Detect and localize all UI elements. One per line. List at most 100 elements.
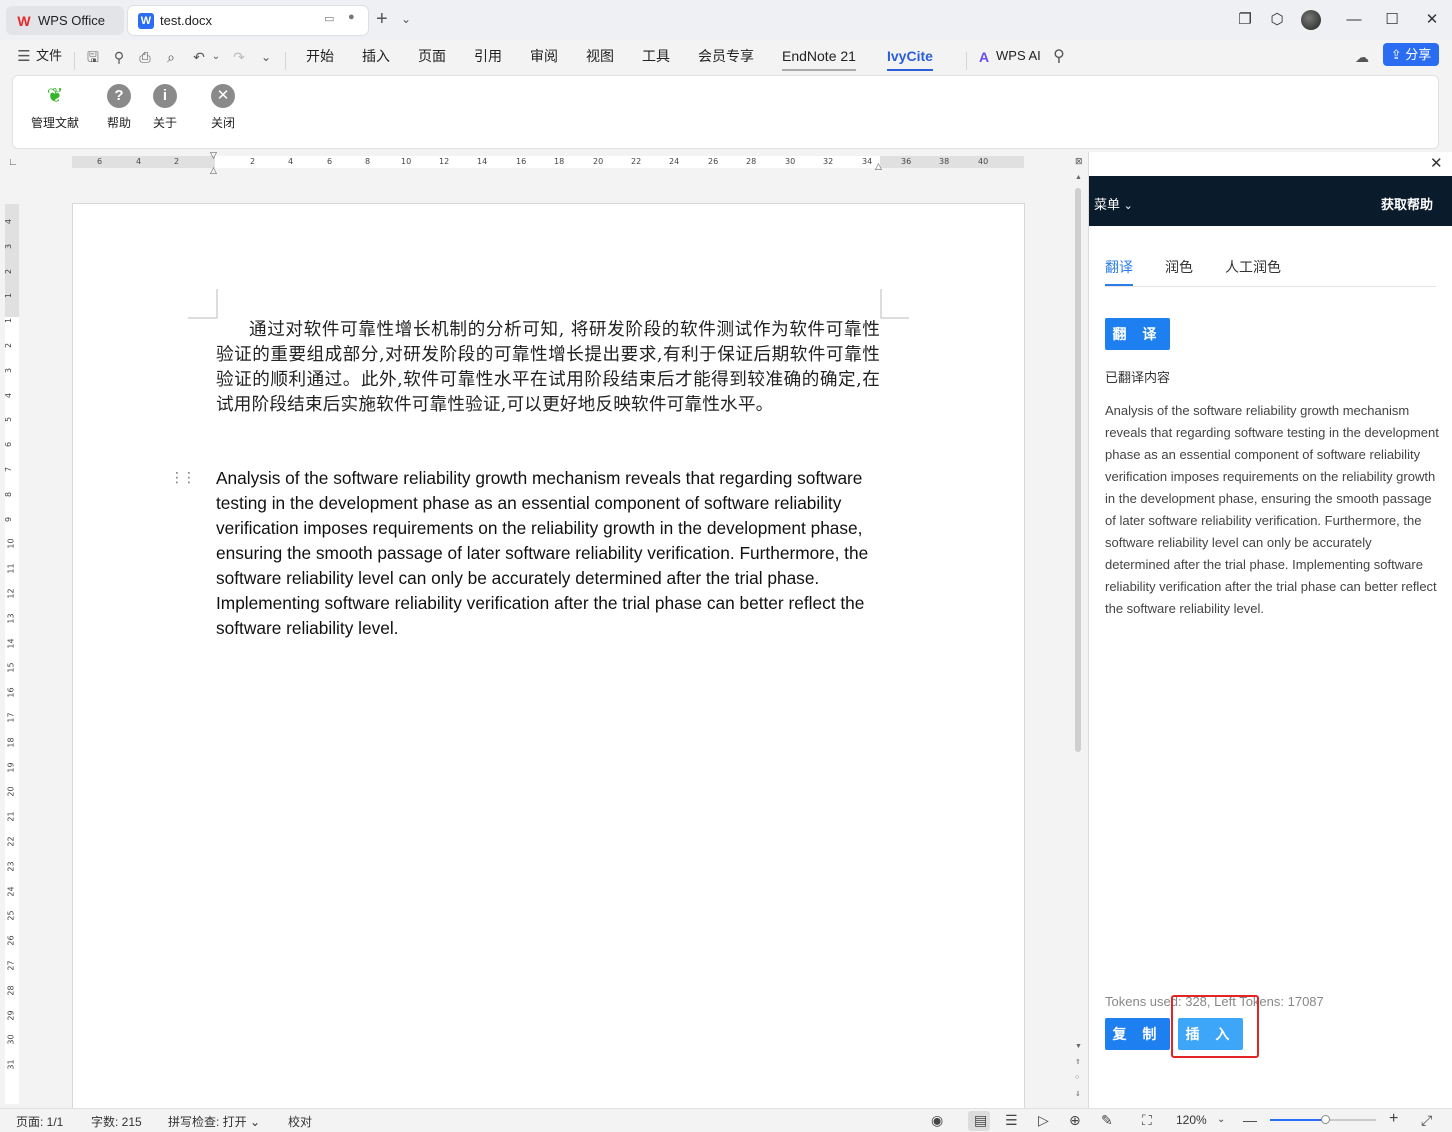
first-line-indent-marker[interactable]: ▽	[210, 150, 217, 161]
share-button[interactable]: ⇪ 分享	[1383, 43, 1439, 66]
divider	[74, 52, 75, 70]
monitor-icon[interactable]: ▭	[324, 12, 334, 25]
next-page-icon[interactable]: ⇓	[1075, 1090, 1081, 1098]
fit-page-icon[interactable]: ⛶	[1142, 1112, 1152, 1129]
drag-handle-icon[interactable]: ⋮⋮	[170, 469, 196, 486]
document-scrollbar[interactable]	[1074, 170, 1082, 1108]
play-icon[interactable]: ▷	[1038, 1112, 1049, 1129]
close-plugin-button[interactable]: ✕ 关闭	[210, 84, 236, 131]
vertical-ruler-tick: 11	[6, 563, 16, 574]
scroll-up-arrow-icon[interactable]: ▲	[1075, 174, 1082, 181]
menu-ivycite[interactable]: IvyCite	[887, 46, 933, 71]
outline-view-icon[interactable]: ☰	[1005, 1112, 1018, 1129]
ribbon-ivycite: ❦ 管理文献 ? 帮助 i 关于 ✕ 关闭	[12, 75, 1439, 149]
vertical-ruler-tick: 16	[6, 687, 16, 698]
ivycite-side-panel	[1088, 152, 1452, 1108]
menu-page[interactable]: 页面	[418, 46, 446, 66]
copy-button[interactable]: 复 制	[1105, 1018, 1170, 1050]
hamburger-icon[interactable]: ☰	[16, 49, 32, 65]
vertical-ruler-tick: 13	[6, 613, 16, 624]
word-count[interactable]: 字数: 215	[91, 1113, 142, 1130]
print-preview-icon[interactable]: ⌕	[163, 49, 179, 65]
vertical-ruler-tick: 3	[4, 243, 14, 249]
undo-icon[interactable]: ↶	[191, 49, 207, 65]
help-button[interactable]: ? 帮助	[106, 84, 132, 131]
tab-polish[interactable]: 润色	[1165, 257, 1193, 277]
spellcheck-status[interactable]: 拼写检查: 打开 ⌄	[168, 1113, 260, 1130]
menu-reference[interactable]: 引用	[474, 46, 502, 66]
close-window-icon[interactable]: ✕	[1420, 8, 1444, 32]
zoom-dropdown-icon[interactable]: ⌄	[1217, 1114, 1225, 1125]
left-indent-marker[interactable]: △	[210, 165, 217, 176]
cube-icon[interactable]: ⬡	[1265, 8, 1289, 32]
zoom-out-icon[interactable]: —	[1243, 1112, 1257, 1128]
new-tab-plus-icon[interactable]: +	[376, 8, 388, 31]
menu-start[interactable]: 开始	[306, 46, 334, 66]
translated-content-text[interactable]: Analysis of the software reliability gro…	[1105, 400, 1440, 620]
eye-icon[interactable]: ◉	[931, 1112, 943, 1129]
menu-member[interactable]: 会员专享	[698, 46, 754, 66]
chevron-down-icon[interactable]: ⌄	[401, 12, 411, 26]
menu-bar: ☰ 文件 🖫 ⚲ ⎙ ⌕ ↶ ⌄ ↷ ⌄ 开始 插入 页面 引用 审阅 视图 工…	[0, 40, 1452, 72]
page-count[interactable]: 页面: 1/1	[16, 1113, 63, 1130]
more-chevron-icon[interactable]: ⌄	[258, 49, 274, 65]
menu-review[interactable]: 审阅	[530, 46, 558, 66]
zoom-level[interactable]: 120%	[1176, 1113, 1207, 1127]
zoom-slider-knob[interactable]	[1321, 1115, 1330, 1124]
menu-tools[interactable]: 工具	[642, 46, 670, 66]
get-help-link[interactable]: 获取帮助	[1381, 194, 1433, 213]
tab-human-polish[interactable]: 人工润色	[1225, 257, 1281, 277]
prev-page-icon[interactable]: ⇑	[1075, 1058, 1081, 1066]
restore-window-icon[interactable]: ❐	[1233, 8, 1257, 32]
horizontal-ruler[interactable]: 6 4 2 2 4 6 8 10 12 14 16 18 20 22 24 26…	[72, 150, 1024, 175]
menu-insert[interactable]: 插入	[362, 46, 390, 66]
web-view-icon[interactable]: ⊕	[1069, 1112, 1081, 1129]
tab-stop-selector[interactable]: ∟	[8, 157, 18, 168]
search-icon[interactable]: ⚲	[1051, 49, 1067, 65]
tab-translate[interactable]: 翻译	[1105, 257, 1133, 277]
undo-dropdown-icon[interactable]: ⌄	[208, 49, 224, 65]
divider	[285, 52, 286, 70]
maximize-icon[interactable]: ☐	[1380, 8, 1404, 32]
vertical-ruler-tick: 14	[6, 638, 16, 649]
tab-test-docx[interactable]: W test.docx ▭ ●	[128, 6, 368, 35]
print-icon[interactable]: ⎙	[137, 49, 153, 65]
vertical-ruler-tick: 27	[6, 960, 16, 971]
redo-icon[interactable]: ↷	[231, 49, 247, 65]
scroll-down-arrow-icon[interactable]: ▼	[1075, 1043, 1082, 1050]
menu-file[interactable]: 文件	[36, 46, 62, 66]
wps-ai-icon[interactable]: A	[976, 49, 992, 65]
menu-wps-ai[interactable]: WPS AI	[996, 46, 1041, 66]
question-icon: ?	[107, 84, 131, 108]
chinese-paragraph[interactable]: 通过对软件可靠性增长机制的分析可知, 将研发阶段的软件测试作为软件可靠性验证的重…	[216, 318, 880, 418]
vertical-ruler-tick: 21	[6, 811, 16, 822]
cloud-sync-icon[interactable]: ☁	[1354, 49, 1370, 65]
link-icon[interactable]: ⚲	[111, 49, 127, 65]
ruler-toggle-icon[interactable]: ⊠	[1075, 156, 1083, 167]
info-icon: i	[153, 84, 177, 108]
scrollbar-thumb[interactable]	[1075, 188, 1081, 752]
vertical-ruler-tick: 7	[4, 466, 14, 473]
pen-icon[interactable]: ✎	[1101, 1112, 1113, 1129]
manage-references-button[interactable]: ❦ 管理文献	[29, 84, 81, 131]
tab-wps-office[interactable]: W WPS Office	[6, 6, 124, 35]
avatar[interactable]	[1301, 10, 1321, 30]
fullscreen-icon[interactable]: ⤢	[1421, 1112, 1432, 1129]
minimize-icon[interactable]: —	[1342, 8, 1366, 32]
ruler-tick: 34	[862, 157, 873, 166]
chevron-down-icon: ⌄	[1123, 200, 1133, 212]
menu-view[interactable]: 视图	[586, 46, 614, 66]
zoom-in-icon[interactable]: +	[1389, 1110, 1398, 1128]
ruler-tick: 24	[669, 157, 680, 166]
save-icon[interactable]: 🖫	[85, 49, 101, 65]
about-button[interactable]: i 关于	[152, 84, 178, 131]
panel-menu-dropdown[interactable]: 菜单 ⌄	[1094, 194, 1133, 213]
translate-button[interactable]: 翻 译	[1105, 318, 1170, 350]
menu-endnote[interactable]: EndNote 21	[782, 46, 856, 71]
english-paragraph[interactable]: Analysis of the software reliability gro…	[216, 466, 880, 641]
panel-close-icon[interactable]: ✕	[1430, 154, 1443, 172]
right-indent-marker[interactable]: △	[875, 161, 882, 172]
status-bar: 页面: 1/1 字数: 215 拼写检查: 打开 ⌄ 校对 ◉ ▤ ☰ ▷ ⊕ …	[0, 1108, 1452, 1132]
browse-object-icon[interactable]: ○	[1075, 1074, 1079, 1081]
proofread-button[interactable]: 校对	[288, 1113, 312, 1130]
